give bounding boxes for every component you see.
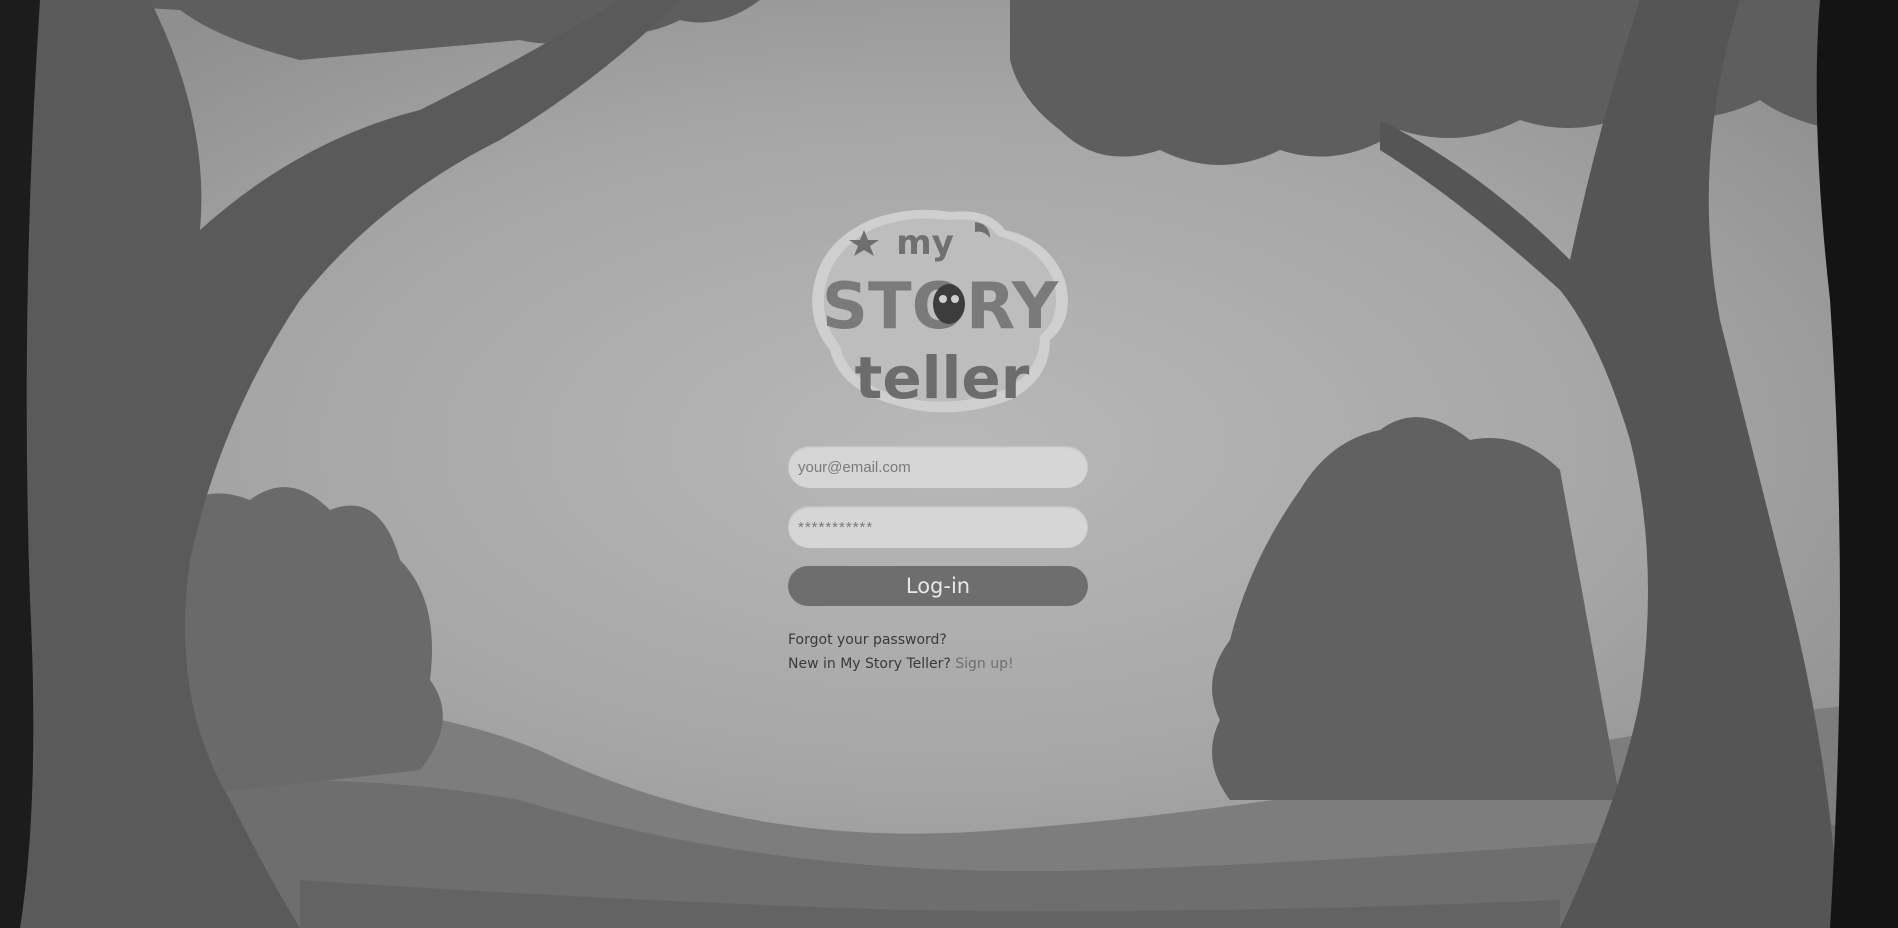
svg-text:my: my [896,223,954,263]
password-input[interactable] [788,506,1088,548]
my-story-teller-logo: my STORY teller [800,200,1080,422]
signup-prompt: New in My Story Teller? [788,656,951,672]
svg-text:teller: teller [855,344,1030,412]
email-input[interactable] [788,446,1088,488]
forgot-password-link[interactable]: Forgot your password? [788,632,947,648]
login-form: Log-in Forgot your password? New in My S… [788,446,1088,676]
login-button[interactable]: Log-in [788,566,1088,606]
auth-links: Forgot your password? New in My Story Te… [788,628,1088,676]
signup-link[interactable]: Sign up! [955,656,1013,672]
